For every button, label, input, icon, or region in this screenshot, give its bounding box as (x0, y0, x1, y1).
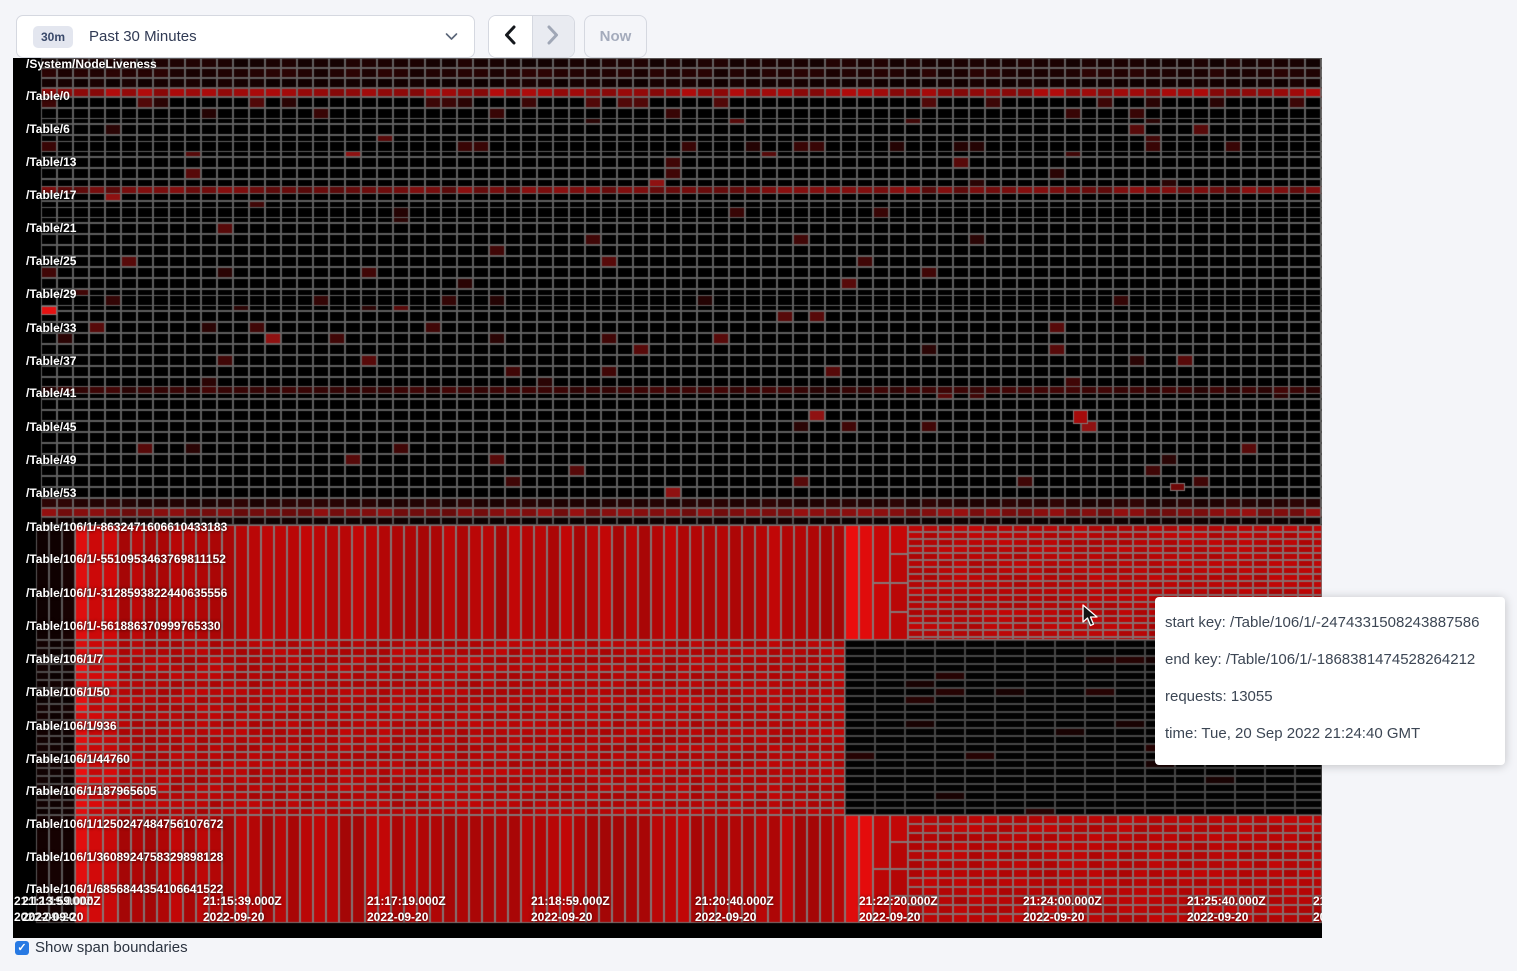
hover-tooltip: start key: /Table/106/1/-247433150824388… (1155, 597, 1505, 765)
row-label: /Table/106/1/44760 (26, 752, 130, 767)
tooltip-line: start key: /Table/106/1/-247433150824388… (1165, 613, 1495, 632)
time-tick: 21:27:20.000Z2022-09-20 (1313, 893, 1322, 925)
heatmap-canvas[interactable] (13, 58, 1322, 938)
chevron-left-icon (503, 25, 517, 48)
row-label: /Table/33 (26, 321, 76, 336)
time-tick: 21:17:19.000Z2022-09-20 (367, 893, 446, 925)
row-label: /Table/106/1/7 (26, 652, 103, 667)
row-label: /Table/106/1/-8632471606610433183 (26, 520, 227, 535)
show-span-boundaries-row: ✓ Show span boundaries (15, 939, 188, 956)
time-range-select[interactable]: 30m Past 30 Minutes (16, 15, 475, 58)
tooltip-line: time: Tue, 20 Sep 2022 21:24:40 GMT (1165, 724, 1495, 743)
row-label: /Table/106/1/3608924758329898128 (26, 850, 223, 865)
key-visualizer-chart[interactable]: /System/NodeLiveness/Table/0/Table/6/Tab… (13, 58, 1322, 938)
time-tick: 21:22:20.000Z2022-09-20 (859, 893, 938, 925)
time-tick: 21:18:59.000Z2022-09-20 (531, 893, 610, 925)
show-span-boundaries-label: Show span boundaries (35, 939, 188, 956)
row-label: /Table/29 (26, 287, 76, 302)
row-label: /Table/0 (26, 89, 70, 104)
row-label: /Table/21 (26, 221, 76, 236)
row-label: /Table/106/1/1250247484756107672 (26, 817, 223, 832)
row-label: /System/NodeLiveness (26, 58, 157, 72)
row-label: /Table/45 (26, 420, 76, 435)
time-range-label: Past 30 Minutes (89, 28, 197, 45)
tooltip-line: requests: 13055 (1165, 687, 1495, 706)
row-label: /Table/106/1/-561886370999765330 (26, 619, 221, 634)
row-label: /Table/106/1/187965605 (26, 784, 157, 799)
row-label: /Table/106/1/-3128593822440635556 (26, 586, 227, 601)
time-tick: 21:15:39.000Z2022-09-20 (203, 893, 282, 925)
chevron-down-icon (445, 32, 458, 41)
time-tick: 21:24:00.000Z2022-09-20 (1023, 893, 1102, 925)
now-button[interactable]: Now (584, 15, 647, 58)
key-visualizer-page: 30m Past 30 Minutes Now /System/NodeLive… (0, 0, 1517, 971)
row-label: /Table/53 (26, 486, 76, 501)
row-label: /Table/49 (26, 453, 76, 468)
chevron-right-icon (546, 25, 560, 48)
show-span-boundaries-checkbox[interactable]: ✓ (15, 941, 29, 955)
time-nav-group (488, 15, 575, 58)
time-tick: 21:20:40.000Z2022-09-20 (695, 893, 774, 925)
row-label: /Table/6 (26, 122, 70, 137)
time-tick: 21:25:40.000Z2022-09-20 (1187, 893, 1266, 925)
row-label: /Table/25 (26, 254, 76, 269)
tooltip-line: end key: /Table/106/1/-18683814745282642… (1165, 650, 1495, 669)
mouse-cursor (1082, 604, 1104, 633)
forward-button[interactable] (532, 16, 574, 57)
back-button[interactable] (489, 16, 532, 57)
row-label: /Table/17 (26, 188, 76, 203)
time-tick: 21:13:59.000Z2022-09-20 (22, 893, 101, 925)
row-label: /Table/106/1/936 (26, 719, 117, 734)
row-label: /Table/37 (26, 354, 76, 369)
row-label: /Table/106/1/-5510953463769811152 (26, 552, 226, 567)
row-label: /Table/13 (26, 155, 76, 170)
row-label: /Table/41 (26, 386, 76, 401)
row-label: /Table/106/1/50 (26, 685, 110, 700)
time-range-badge: 30m (33, 26, 73, 48)
